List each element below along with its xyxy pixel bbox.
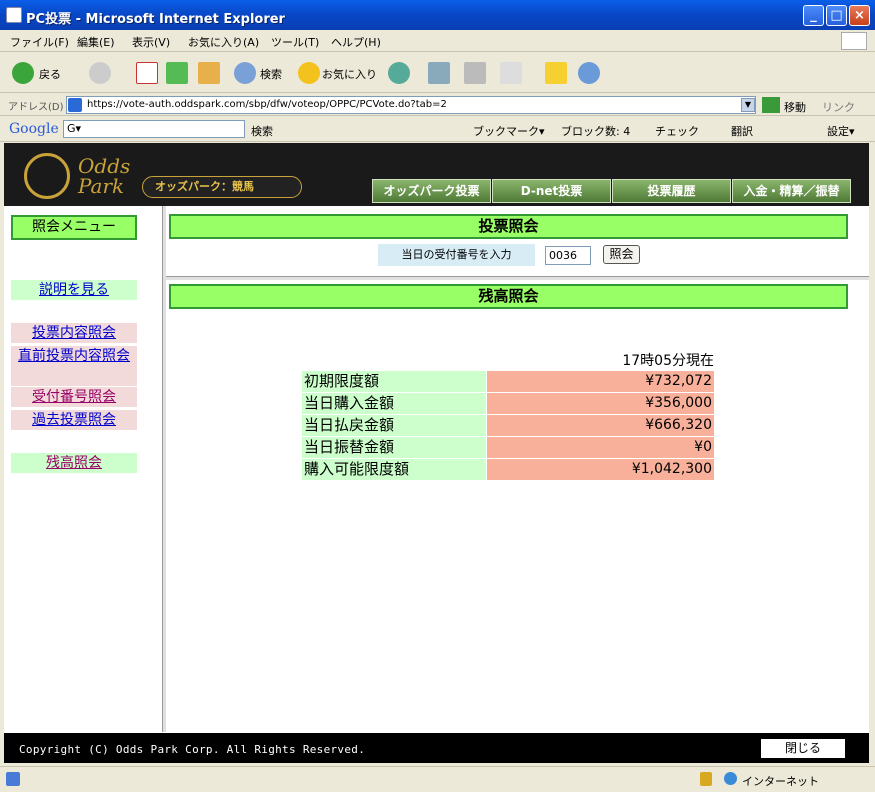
balance-row-label: 初期限度額 [302, 371, 486, 392]
receipt-number-label: 当日の受付番号を入力 [378, 244, 535, 266]
menu-favorites[interactable]: お気に入り(A) [188, 34, 259, 50]
back-arrow-icon[interactable] [12, 62, 34, 84]
close-button[interactable]: × [849, 5, 870, 26]
vertical-divider [162, 206, 166, 732]
mail-icon[interactable] [428, 62, 450, 84]
favorites-star-icon[interactable] [298, 62, 320, 84]
balance-row-label: 購入可能限度額 [302, 459, 486, 480]
google-search-input[interactable]: G▾ [63, 120, 245, 138]
address-dropdown-icon[interactable]: ▼ [741, 98, 755, 112]
nav-deposit-settle[interactable]: 入金・精算／振替 [732, 179, 851, 203]
popup-blocked-count[interactable]: ブロック数: 4 [561, 123, 630, 139]
security-zone-label: インターネット [742, 775, 819, 788]
site-logo-text: Odds Park [78, 154, 131, 198]
menu-last-vote-content[interactable]: 直前投票内容照会 [11, 346, 137, 386]
go-button-label[interactable]: 移動 [784, 99, 806, 115]
nav-oddspark-vote[interactable]: オッズパーク投票 [372, 179, 491, 203]
menu-view[interactable]: 表示(V) [132, 34, 170, 50]
menu-balance[interactable]: 残高照会 [11, 453, 137, 473]
bookmarks-button[interactable]: ブックマーク▾ [473, 123, 545, 139]
oddspark-logo-icon [24, 153, 70, 199]
history-icon[interactable] [388, 62, 410, 84]
window-titlebar: PC投票 - Microsoft Internet Explorer _ □ × [0, 0, 875, 30]
site-logo-subtitle: オッズパーク：競馬 [142, 176, 302, 198]
google-logo: Google [9, 121, 59, 137]
print-icon[interactable] [464, 62, 486, 84]
balance-row-label: 当日払戻金額 [302, 415, 486, 436]
home-icon[interactable] [198, 62, 220, 84]
address-bar: アドレス(D) https://vote-auth.oddspark.com/s… [0, 94, 875, 116]
menu-edit[interactable]: 編集(E) [77, 34, 115, 50]
edit-icon[interactable] [500, 62, 522, 84]
nav-dnet-vote[interactable]: D-net投票 [492, 179, 611, 203]
balance-row-value: ¥0 [487, 437, 714, 458]
balance-row-value: ¥356,000 [487, 393, 714, 414]
translate-button[interactable]: 翻訳 [731, 123, 753, 139]
google-settings-button[interactable]: 設定▾ [827, 123, 855, 139]
nav-vote-history[interactable]: 投票履歴 [612, 179, 731, 203]
search-button-label[interactable]: 検索 [260, 66, 282, 82]
inquiry-title: 投票照会 [169, 214, 848, 239]
back-button-label[interactable]: 戻る [39, 66, 61, 82]
section-divider [166, 276, 869, 280]
messenger-icon[interactable] [578, 62, 600, 84]
menu-bar: ファイル(F) 編集(E) 表示(V) お気に入り(A) ツール(T) ヘルプ(… [0, 30, 875, 52]
minimize-button[interactable]: _ [803, 5, 824, 26]
menu-vote-content[interactable]: 投票内容照会 [11, 323, 137, 343]
address-input[interactable]: https://vote-auth.oddspark.com/sbp/dfw/v… [66, 96, 756, 114]
close-window-button[interactable]: 閉じる [761, 739, 845, 758]
google-toolbar: Google G▾ 検索 ブックマーク▾ ブロック数: 4 チェック 翻訳 設定… [0, 117, 875, 142]
menu-help[interactable]: ヘルプ(H) [331, 34, 381, 50]
copyright-text: Copyright (C) Odds Park Corp. All Rights… [19, 743, 366, 756]
windows-logo-icon [841, 32, 867, 50]
menu-past-votes[interactable]: 過去投票照会 [11, 410, 137, 430]
balance-title: 残高照会 [169, 284, 848, 309]
status-bar: インターネット [0, 766, 875, 792]
address-label: アドレス(D) [8, 102, 64, 113]
go-arrow-icon[interactable] [762, 97, 780, 113]
balance-row-value: ¥1,042,300 [487, 459, 714, 480]
site-footer: Copyright (C) Odds Park Corp. All Rights… [4, 733, 869, 763]
notes-icon[interactable] [545, 62, 567, 84]
balance-as-of: 17時05分現在 [622, 353, 714, 369]
page-favicon-icon [68, 98, 82, 112]
menu-file[interactable]: ファイル(F) [10, 34, 69, 50]
stop-icon[interactable] [136, 62, 158, 84]
menu-title: 照会メニュー [11, 215, 137, 240]
ie-page-icon [6, 7, 22, 23]
menu-help-link[interactable]: 説明を見る [11, 280, 137, 300]
inquiry-button[interactable]: 照会 [603, 245, 640, 264]
window-title: PC投票 - Microsoft Internet Explorer [26, 12, 285, 27]
page-status-icon [6, 772, 20, 786]
spell-check-button[interactable]: チェック [655, 123, 699, 139]
search-icon[interactable] [234, 62, 256, 84]
lock-icon [700, 772, 712, 786]
google-search-button[interactable]: 検索 [251, 123, 273, 139]
balance-row-value: ¥732,072 [487, 371, 714, 392]
balance-row-label: 当日振替金額 [302, 437, 486, 458]
refresh-icon[interactable] [166, 62, 188, 84]
menu-tools[interactable]: ツール(T) [271, 34, 319, 50]
forward-arrow-icon[interactable] [89, 62, 111, 84]
menu-receipt-number[interactable]: 受付番号照会 [11, 387, 137, 407]
toolbar: 戻る 検索 お気に入り [0, 53, 875, 93]
internet-globe-icon [724, 772, 737, 785]
balance-row-label: 当日購入金額 [302, 393, 486, 414]
links-label[interactable]: リンク [822, 99, 855, 115]
maximize-button[interactable]: □ [826, 5, 847, 26]
favorites-button-label[interactable]: お気に入り [322, 66, 377, 82]
balance-row-value: ¥666,320 [487, 415, 714, 436]
receipt-number-input[interactable]: 0036 [545, 246, 591, 265]
